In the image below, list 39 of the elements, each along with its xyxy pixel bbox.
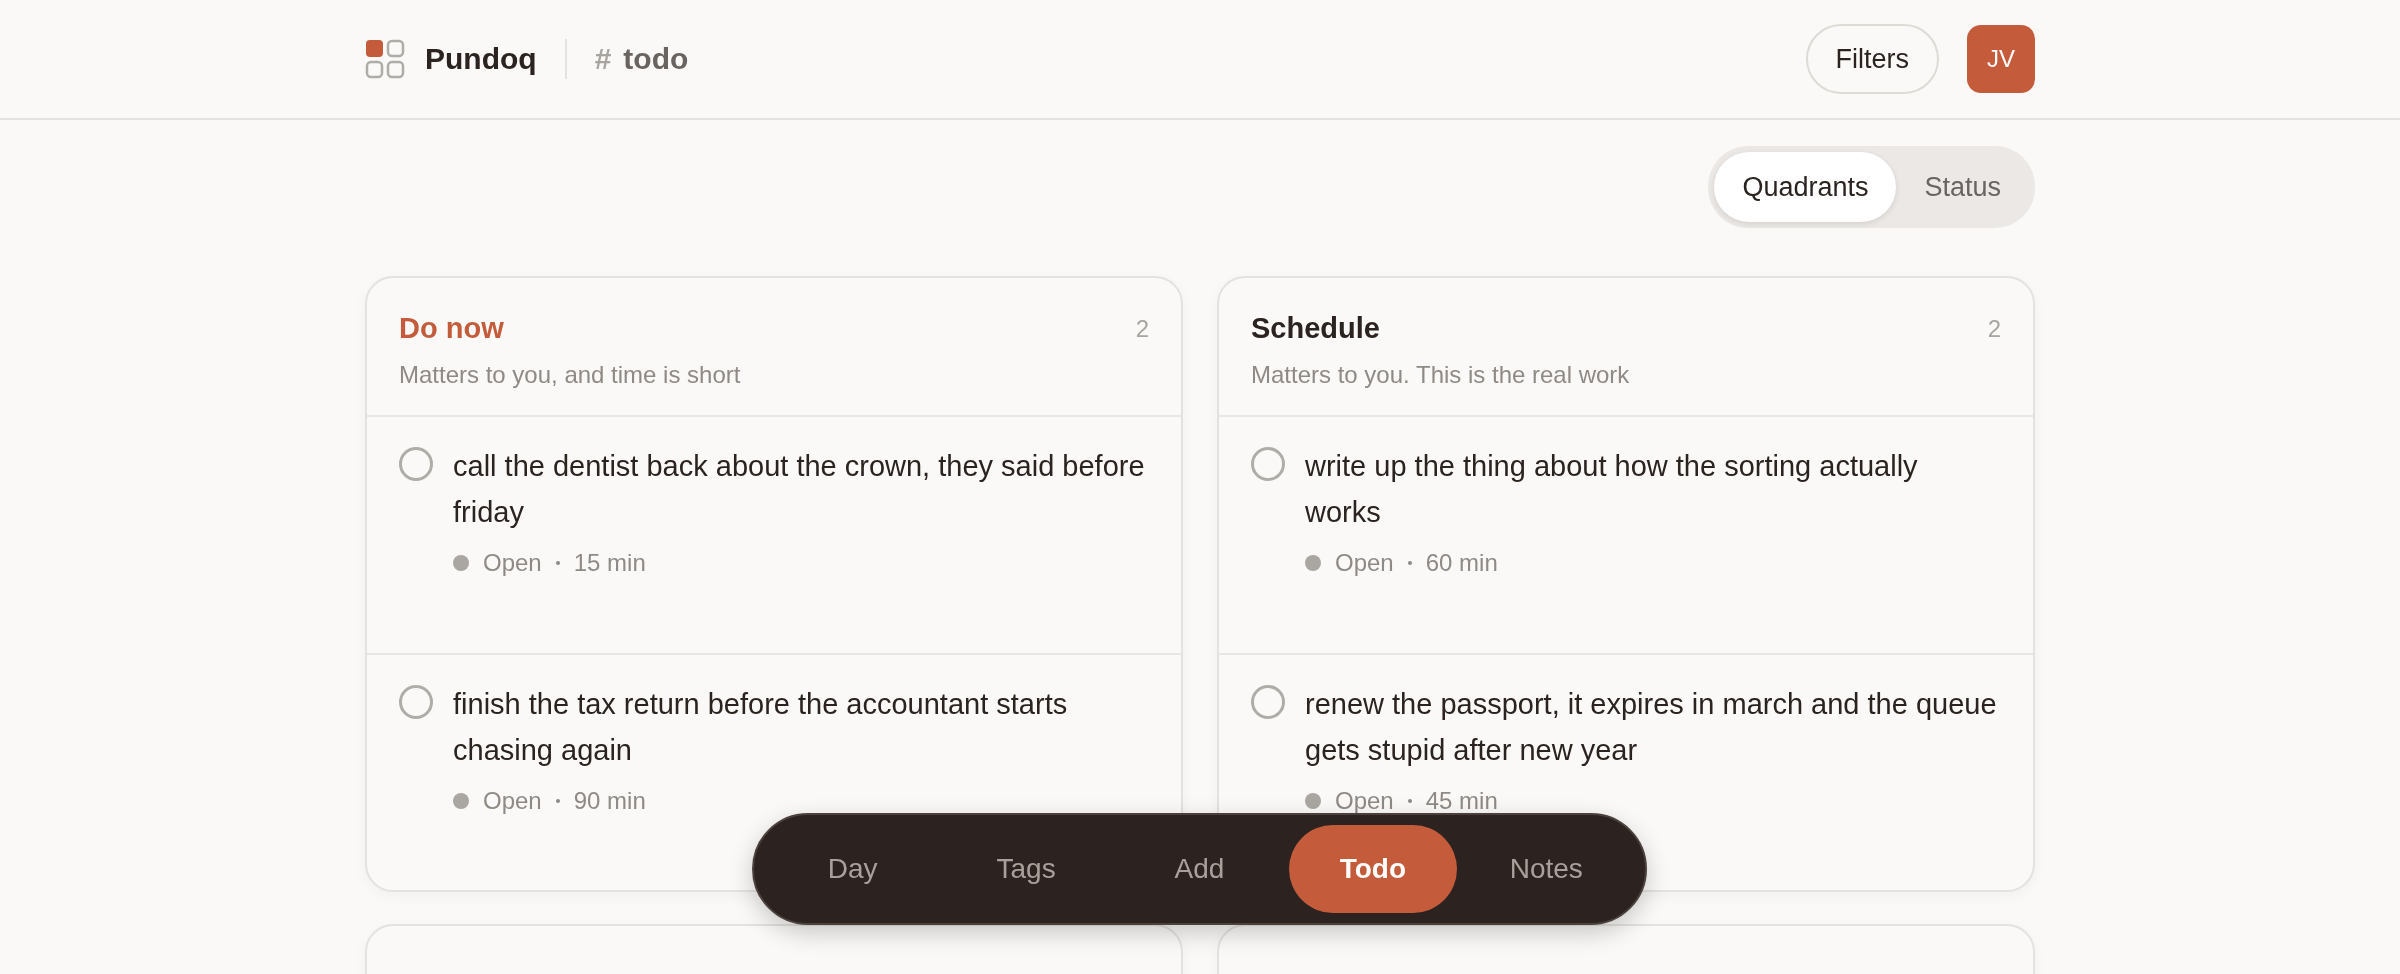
quadrant-title: Schedule xyxy=(1251,312,1380,345)
task-checkbox[interactable] xyxy=(399,447,433,481)
task-duration: 60 min xyxy=(1425,549,1498,577)
task-checkbox[interactable] xyxy=(1251,685,1285,719)
user-avatar[interactable]: JV xyxy=(1967,25,2035,93)
task-duration: 45 min xyxy=(1425,787,1498,815)
task-checkbox[interactable] xyxy=(1251,447,1285,481)
task-checkbox[interactable] xyxy=(399,685,433,719)
task-count: 2 xyxy=(1135,314,1149,343)
task-duration: 90 min xyxy=(573,787,646,815)
filters-button[interactable]: Filters xyxy=(1805,24,1939,94)
task-count: 2 xyxy=(1987,314,2001,343)
task-duration: 15 min xyxy=(573,549,646,577)
status-dot-icon xyxy=(453,555,469,571)
task-status: Open xyxy=(1335,787,1394,815)
quadrant-subtitle: Matters to you. This is the real work xyxy=(1251,361,1631,389)
task-status: Open xyxy=(1335,549,1394,577)
nav-tab[interactable]: Day xyxy=(768,825,937,913)
task-text: renew the passport, it expires in march and the queue gets stupid after new year xyxy=(1305,687,1998,768)
task-text: call the dentist back about the crown, they said before friday xyxy=(453,449,1146,530)
view-tab[interactable]: Quadrants xyxy=(1714,152,1897,222)
nav-tab[interactable]: Tags xyxy=(942,825,1111,913)
hash-icon: # xyxy=(594,42,612,76)
view-tab[interactable]: Status xyxy=(1896,152,2029,222)
task-status: Open xyxy=(483,549,542,577)
quadrant-title: Do now xyxy=(399,312,504,345)
quadrant-subtitle: Matters to you, and time is short xyxy=(399,361,742,389)
task-text: finish the tax return before the accountant starts chasing again xyxy=(453,687,1069,768)
task-text: write up the thing about how the sorting actually works xyxy=(1305,449,1919,530)
status-dot-icon xyxy=(1305,793,1321,809)
logo-icon xyxy=(365,39,405,79)
nav-tab[interactable]: Todo xyxy=(1288,825,1457,913)
nav-tab[interactable]: Add xyxy=(1115,825,1284,913)
channel-name: todo xyxy=(623,42,689,76)
task-status: Open xyxy=(483,787,542,815)
status-dot-icon xyxy=(453,793,469,809)
status-dot-icon xyxy=(1305,555,1321,571)
nav-tab[interactable]: Notes xyxy=(1462,825,1631,913)
app-name: Pundoq xyxy=(425,42,537,76)
